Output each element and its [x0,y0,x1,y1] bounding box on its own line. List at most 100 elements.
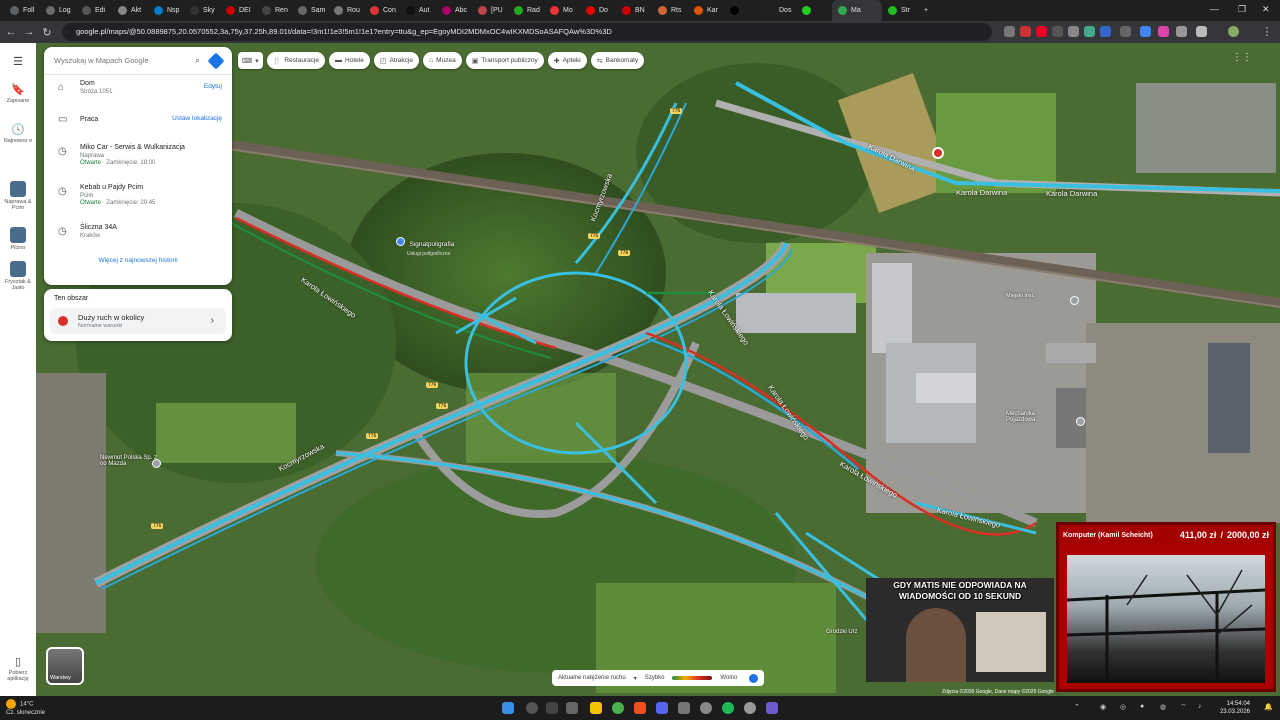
app-icon[interactable] [678,702,690,714]
spotify-icon[interactable] [722,702,734,714]
browser-tab[interactable]: Str [882,0,918,21]
browser-tab[interactable]: Aut [400,0,436,21]
recent-place-2[interactable]: Pilzno [0,227,36,251]
profile-avatar[interactable] [1228,26,1239,37]
poi-marker[interactable]: Newmot Polska Sp. z oo Mazda [100,455,160,467]
browser-tab[interactable]: BN [616,0,652,21]
browser-tab[interactable]: Ren [256,0,292,21]
saved-place-home[interactable]: ⌂ Dom Stróża 1051 Edytuj [44,75,232,107]
search-input[interactable] [54,56,189,65]
chip-restaurants[interactable]: 🍴 Restauracje [266,52,326,69]
browser-tab[interactable]: Mo [544,0,580,21]
extension-icon[interactable] [1100,26,1111,37]
notification-icon[interactable]: 🔔 [1264,703,1273,711]
edit-button[interactable]: Edytuj [204,83,222,90]
browser-tab[interactable]: Rts [652,0,688,21]
steam-icon[interactable] [744,702,756,714]
history-item[interactable]: ◷ Kebab u Pajdy Pcim Pcim Otwarte · Zamkni… [44,179,232,211]
set-location-button[interactable]: Ustaw lokalizację [172,115,222,122]
keyboard-menu-button[interactable]: ⌨ ▾ [238,52,263,69]
layers-button[interactable]: Warstwy [46,647,84,685]
wifi-icon[interactable]: ⌔ [1180,703,1187,712]
start-icon[interactable] [502,702,514,714]
browser-tab[interactable]: DEI [220,0,256,21]
extension-icon[interactable] [1084,26,1095,37]
extension-icon[interactable] [1052,26,1063,37]
chip-museums[interactable]: ⌂ Muzea [422,52,462,69]
chip-hotels[interactable]: ▬ Hotele [329,52,370,69]
chip-pharmacies[interactable]: ✚ Apteki [547,52,587,69]
apps-grid-icon[interactable]: ⋮⋮ [1232,52,1252,63]
tray-icon[interactable]: ◎ [1120,703,1126,711]
tray-icon[interactable]: ◍ [1160,703,1166,711]
poi-marker[interactable]: Miejski Inst. [1006,293,1035,299]
maximize-icon[interactable]: ❐ [1238,4,1246,15]
browser-tab[interactable]: Ma [832,0,882,21]
back-icon[interactable]: ← [2,26,20,38]
minimize-icon[interactable]: — [1210,4,1219,14]
browser-tab[interactable]: Foll [4,0,40,21]
poi-marker[interactable]: Mechanika Pojazdowa [1006,411,1066,423]
address-bar[interactable]: google.pl/maps/@50.0889875,20.0570552,3a… [62,23,992,41]
extension-icon[interactable] [1068,26,1079,37]
browser-tab[interactable]: Dos [760,0,796,21]
app-icon[interactable] [700,702,712,714]
widgets-icon[interactable] [566,702,578,714]
extension-icon[interactable] [1020,26,1031,37]
task-view-icon[interactable] [546,702,558,714]
weather-widget[interactable]: 14°C Cz. słonecznie [6,699,45,717]
search-taskbar-icon[interactable] [526,702,538,714]
history-item[interactable]: ◷ Miko Car - Serwis & Wulkanizacja Napraw… [44,139,232,171]
browser-tab[interactable]: Rad [508,0,544,21]
close-window-icon[interactable]: ✕ [1262,4,1270,15]
history-item[interactable]: ◷ Śliczna 34A Kraków [44,219,232,251]
chip-atms[interactable]: ⇆ Bankomaty [590,52,645,69]
poi-marker[interactable]: Signatpoligrafia Usługi poligraficzne [396,233,454,257]
new-tab-button[interactable]: + [918,0,934,21]
reload-icon[interactable]: ↻ [38,26,56,39]
tray-icon[interactable]: ◉ [1100,703,1106,711]
directions-icon[interactable] [207,52,225,69]
browser-tab[interactable]: Sam [292,0,328,21]
browser-tab[interactable]: Akt [112,0,148,21]
recent-place-1[interactable]: Naprawa & Pcim [0,181,36,211]
more-menu-icon[interactable]: ⋮ [1258,25,1276,38]
chip-public-transport[interactable]: ▣ Transport publiczny [465,52,544,69]
forward-icon[interactable]: → [20,26,38,38]
recent-place-3[interactable]: Frysztak & Jasło [0,261,36,291]
extension-icon[interactable] [1120,26,1131,37]
obs-icon[interactable] [766,702,778,714]
browser-tab[interactable] [724,0,760,21]
browser-tab[interactable]: Kar [688,0,724,21]
browser-tab[interactable]: Con [364,0,400,21]
browser-tab[interactable]: Log [40,0,76,21]
traffic-legend-label[interactable]: Aktualne natężenie ruchu [558,675,626,681]
brave-icon[interactable] [634,702,646,714]
extension-icon[interactable] [1004,26,1015,37]
volume-icon[interactable]: ♪ [1198,703,1202,710]
saved-button[interactable]: 🔖 Zapisane [0,83,36,104]
place-pin-icon[interactable] [932,147,944,159]
browser-tab[interactable]: Rou [328,0,364,21]
traffic-toggle[interactable] [749,673,758,683]
traffic-row[interactable]: Duży ruch w okolicy Normalne warunki › [50,308,226,334]
extension-icon[interactable] [1158,26,1169,37]
search-icon[interactable]: ⌕ [195,55,200,66]
recent-button[interactable]: 🕓 Najnowsz e [0,123,36,144]
menu-button[interactable]: ☰ [0,55,36,70]
browser-tab[interactable]: Edi [76,0,112,21]
poi-marker[interactable]: Grodzki Urz [826,629,858,635]
extension-icon[interactable] [1196,26,1207,37]
tray-icon[interactable]: ● [1140,703,1144,710]
system-clock[interactable]: 14:54:04 23.03.2026 [1220,700,1250,716]
chrome-icon[interactable] [612,702,624,714]
browser-tab[interactable]: Do [580,0,616,21]
browser-tab[interactable] [796,0,832,21]
browser-tab[interactable]: [PU [472,0,508,21]
extension-icon[interactable] [1140,26,1151,37]
extension-icon[interactable] [1176,26,1187,37]
browser-tab[interactable]: Sky [184,0,220,21]
saved-place-work[interactable]: ▭ Praca Ustaw lokalizację [44,107,232,139]
chevron-up-icon[interactable]: ⌃ [1074,703,1080,711]
discord-icon[interactable] [656,702,668,714]
